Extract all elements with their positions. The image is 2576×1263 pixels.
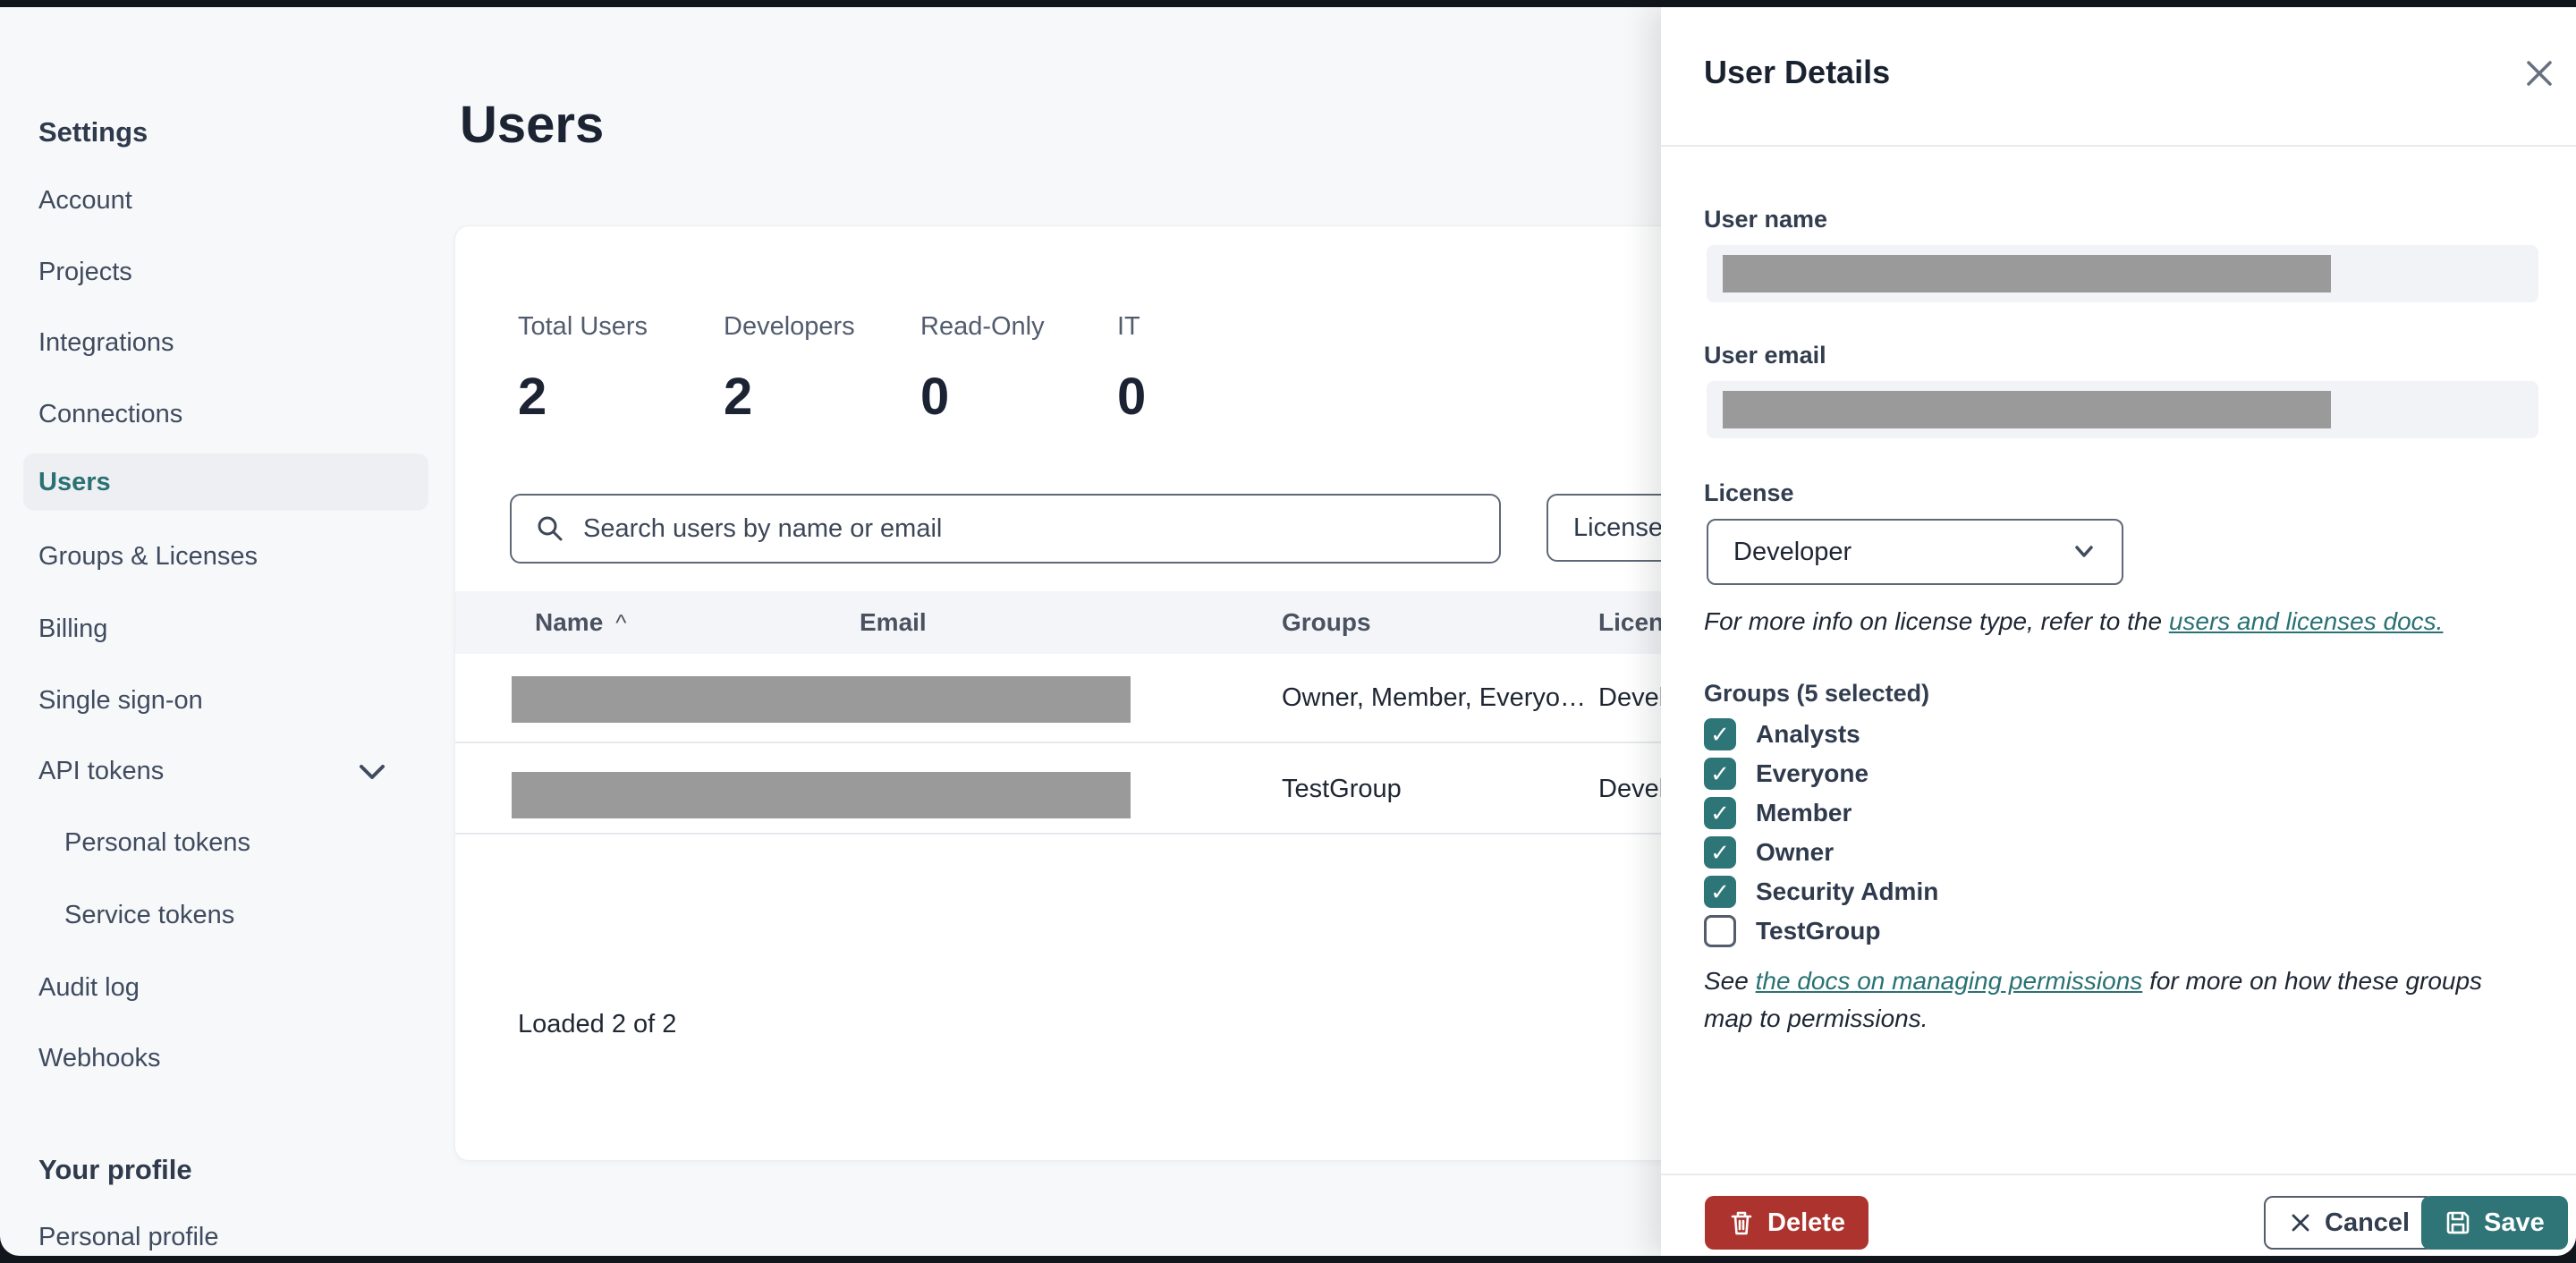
group-option-member[interactable]: ✓ Member	[1704, 793, 1852, 833]
close-icon[interactable]	[2518, 52, 2561, 95]
license-label: License	[1704, 479, 1794, 506]
permissions-note-text: See	[1704, 967, 1756, 995]
search-input[interactable]	[581, 513, 1476, 545]
group-option-label: Member	[1756, 799, 1852, 826]
your-profile-heading: Your profile	[38, 1154, 192, 1185]
group-option-label: TestGroup	[1756, 917, 1881, 945]
sidebar-item-service-tokens[interactable]: Service tokens	[64, 901, 234, 930]
delete-button[interactable]: Delete	[1705, 1196, 1869, 1250]
stat-label: Read-Only	[920, 312, 1045, 341]
cancel-button-label: Cancel	[2325, 1208, 2411, 1237]
cancel-button[interactable]: Cancel	[2264, 1196, 2436, 1250]
panel-footer: Delete Cancel Save	[1661, 1174, 2576, 1256]
chevron-down-icon[interactable]	[354, 759, 390, 785]
group-option-owner[interactable]: ✓ Owner	[1704, 833, 1834, 872]
stat-label: IT	[1117, 312, 1140, 341]
sidebar-item-personal-tokens[interactable]: Personal tokens	[64, 828, 250, 858]
redacted-name-email	[512, 772, 1131, 818]
stat-total-users: Total Users 2	[518, 312, 648, 427]
page-title: Users	[460, 96, 605, 154]
license-select[interactable]: Developer	[1707, 519, 2123, 585]
license-note-text: For more info on license type, refer to …	[1704, 607, 2169, 635]
checkbox-checked-icon[interactable]: ✓	[1704, 718, 1736, 750]
sidebar-item-integrations[interactable]: Integrations	[38, 328, 174, 358]
app-root: Settings Account Projects Integrations C…	[0, 0, 2576, 1263]
stat-read-only: Read-Only 0	[920, 312, 1045, 427]
license-note: For more info on license type, refer to …	[1704, 603, 2520, 640]
panel-title: User Details	[1704, 54, 1891, 90]
stat-label: Total Users	[518, 312, 648, 341]
loaded-status: Loaded 2 of 2	[518, 1010, 677, 1038]
user-name-input[interactable]	[1707, 245, 2538, 302]
save-button[interactable]: Save	[2421, 1196, 2568, 1250]
user-name-label: User name	[1704, 206, 1828, 233]
checkbox-checked-icon[interactable]: ✓	[1704, 758, 1736, 790]
license-select-value: Developer	[1733, 537, 1852, 566]
search-icon	[535, 513, 565, 544]
trash-icon	[1728, 1208, 1755, 1237]
sidebar-item-webhooks[interactable]: Webhooks	[38, 1044, 161, 1073]
sidebar-item-audit-log[interactable]: Audit log	[38, 973, 140, 1003]
stat-label: Developers	[724, 312, 855, 341]
sidebar-item-groups-licenses[interactable]: Groups & Licenses	[38, 542, 258, 572]
redacted-user-email	[1723, 391, 2331, 428]
group-option-label: Owner	[1756, 838, 1835, 866]
stat-value: 0	[920, 368, 950, 426]
sidebar-item-connections[interactable]: Connections	[38, 400, 182, 429]
column-header-name[interactable]: Name ^	[535, 608, 626, 637]
chevron-down-icon	[2072, 543, 2097, 561]
groups-cell: TestGroup	[1282, 774, 1402, 803]
sort-asc-icon: ^	[615, 609, 627, 636]
redacted-user-name	[1723, 255, 2331, 292]
stat-value: 0	[1117, 368, 1147, 426]
close-icon	[2289, 1211, 2312, 1234]
groups-label: Groups (5 selected)	[1704, 680, 1930, 707]
checkbox-checked-icon[interactable]: ✓	[1704, 876, 1736, 908]
group-option-testgroup[interactable]: TestGroup	[1704, 911, 1880, 951]
groups-cell: Owner, Member, Everyo…	[1282, 682, 1587, 712]
user-details-panel: User Details User name User email Licens…	[1661, 7, 2576, 1256]
sidebar-item-personal-profile[interactable]: Personal profile	[38, 1223, 219, 1252]
user-email-label: User email	[1704, 342, 1826, 369]
group-option-label: Everyone	[1756, 759, 1869, 787]
managing-permissions-docs-link[interactable]: the docs on managing permissions	[1756, 967, 2143, 995]
users-licenses-docs-link[interactable]: users and licenses docs.	[2169, 607, 2444, 635]
checkbox-checked-icon[interactable]: ✓	[1704, 797, 1736, 829]
sidebar-item-billing[interactable]: Billing	[38, 615, 107, 644]
group-option-analysts[interactable]: ✓ Analysts	[1704, 715, 1860, 754]
group-option-everyone[interactable]: ✓ Everyone	[1704, 754, 1868, 793]
stat-developers: Developers 2	[724, 312, 855, 427]
save-icon	[2445, 1209, 2471, 1236]
checkbox-unchecked-icon[interactable]	[1704, 915, 1736, 947]
stat-value: 2	[724, 368, 753, 426]
group-option-security-admin[interactable]: ✓ Security Admin	[1704, 872, 1938, 911]
group-option-label: Security Admin	[1756, 877, 1939, 905]
save-button-label: Save	[2484, 1208, 2545, 1237]
settings-sidebar: Settings Account Projects Integrations C…	[0, 7, 454, 1256]
sidebar-item-single-sign-on[interactable]: Single sign-on	[38, 686, 203, 716]
panel-header-divider	[1661, 145, 2576, 147]
checkbox-checked-icon[interactable]: ✓	[1704, 836, 1736, 869]
column-header-groups[interactable]: Groups	[1282, 608, 1371, 637]
sidebar-item-users[interactable]: Users	[38, 468, 111, 497]
redacted-name-email	[512, 676, 1131, 723]
sidebar-item-api-tokens[interactable]: API tokens	[38, 757, 164, 786]
group-option-label: Analysts	[1756, 720, 1860, 748]
settings-heading: Settings	[38, 116, 148, 148]
sidebar-item-projects[interactable]: Projects	[38, 258, 132, 287]
stat-value: 2	[518, 368, 547, 426]
user-email-input[interactable]	[1707, 381, 2538, 438]
permissions-note: See the docs on managing permissions for…	[1704, 962, 2520, 1038]
column-header-email[interactable]: Email	[860, 608, 927, 637]
search-input-wrap	[510, 494, 1501, 564]
sidebar-item-account[interactable]: Account	[38, 186, 132, 216]
delete-button-label: Delete	[1767, 1208, 1846, 1237]
app-window: Settings Account Projects Integrations C…	[0, 7, 2576, 1256]
stat-it: IT 0	[1117, 312, 1146, 427]
